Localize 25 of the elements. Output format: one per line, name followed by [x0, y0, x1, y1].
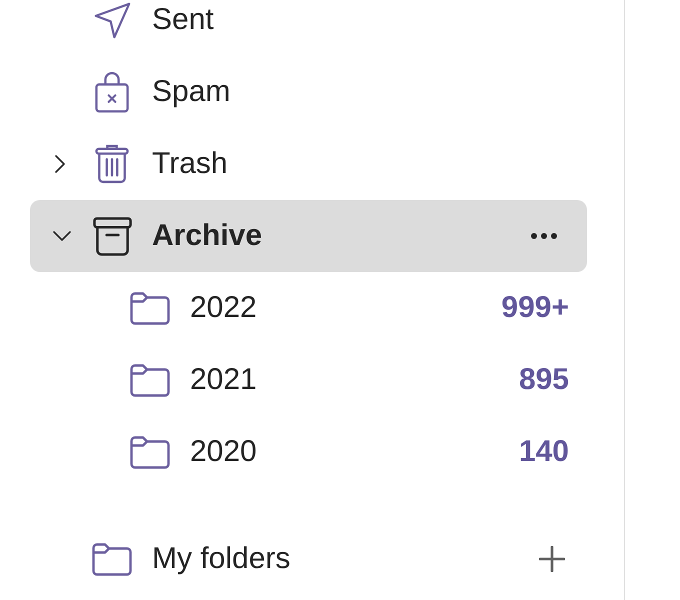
more-icon	[531, 233, 557, 239]
paper-plane-icon	[94, 2, 130, 38]
folder-item[interactable]: Spam	[30, 56, 587, 128]
trash-icon	[95, 144, 129, 184]
more-button[interactable]	[531, 233, 557, 239]
section-label[interactable]: My folders	[152, 542, 539, 576]
folder-icon	[130, 363, 170, 397]
folder-icon	[92, 542, 132, 576]
folder-item[interactable]: 2022 999+	[30, 272, 587, 344]
plus-icon	[539, 546, 565, 572]
folder-item[interactable]: 2021 895	[30, 344, 587, 416]
bag-icon	[95, 71, 129, 113]
folder-item[interactable]: Sent	[30, 0, 587, 56]
add-folder-button[interactable]	[539, 546, 565, 572]
chevron-down-icon[interactable]	[53, 231, 71, 241]
folder-item[interactable]: Archive	[30, 200, 587, 272]
unread-count: 140	[518, 435, 569, 469]
box-icon	[92, 216, 132, 256]
folder-icon	[130, 435, 170, 469]
chevron-right-icon[interactable]	[55, 155, 65, 173]
unread-count: 895	[518, 363, 569, 397]
folder-item[interactable]: Trash	[30, 128, 587, 200]
folder-icon	[130, 291, 170, 325]
unread-count: 999+	[501, 291, 569, 325]
folder-item[interactable]: 2020 140	[30, 416, 587, 488]
